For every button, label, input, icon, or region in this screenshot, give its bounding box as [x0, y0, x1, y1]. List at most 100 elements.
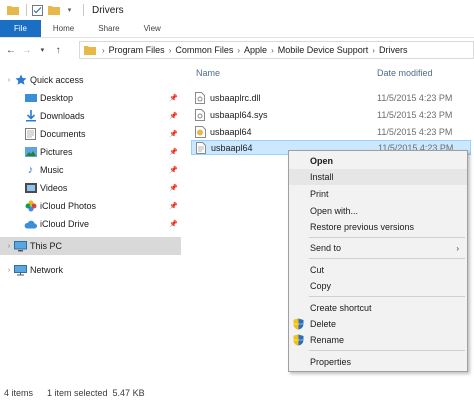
menu-separator — [309, 258, 465, 259]
column-header-name[interactable]: Name — [196, 68, 220, 78]
nav-label: Music — [40, 165, 64, 175]
breadcrumb-chevron-icon[interactable]: › — [372, 46, 375, 55]
expand-chevron-icon[interactable]: › — [4, 243, 14, 250]
uac-shield-icon — [293, 334, 304, 346]
nav-item-downloads[interactable]: Downloads 📌 — [0, 107, 181, 125]
status-bar: 4 items 1 item selected 5.47 KB — [0, 386, 474, 400]
nav-quick-access[interactable]: › Quick access — [0, 71, 181, 89]
file-row[interactable]: usbaapl64 11/5/2015 4:23 PM — [191, 124, 471, 139]
breadcrumb-drivers[interactable]: Drivers — [379, 45, 408, 55]
menu-item-send-to[interactable]: Send to › — [289, 240, 467, 256]
breadcrumb-chevron-icon[interactable]: › — [237, 46, 240, 55]
pin-icon: 📌 — [169, 113, 178, 120]
sys-file-icon — [194, 108, 206, 121]
breadcrumb-common-files[interactable]: Common Files — [175, 45, 233, 55]
quick-access-dropdown-icon[interactable]: ▾ — [63, 4, 76, 17]
column-header-date[interactable]: Date modified — [377, 68, 433, 78]
status-item-count: 4 items — [4, 388, 34, 398]
divider — [26, 4, 27, 16]
nav-this-pc[interactable]: › This PC — [0, 237, 181, 255]
menu-item-delete[interactable]: Delete — [289, 316, 467, 332]
nav-label: iCloud Drive — [40, 219, 90, 229]
file-row[interactable]: usbaapl64.sys 11/5/2015 4:23 PM — [191, 107, 471, 122]
tab-view[interactable]: View — [132, 20, 173, 37]
file-name: usbaapl64.sys — [210, 109, 268, 120]
address-bar[interactable]: › Program Files › Common Files › Apple ›… — [79, 41, 474, 59]
up-arrow-icon[interactable]: ↑ — [51, 42, 65, 58]
file-date: 11/5/2015 4:23 PM — [377, 126, 453, 137]
menu-separator — [309, 350, 465, 351]
tab-home[interactable]: Home — [41, 20, 86, 37]
menu-item-rename[interactable]: Rename — [289, 332, 467, 348]
file-date: 11/5/2015 4:23 PM — [377, 92, 453, 103]
breadcrumb-chevron-icon[interactable]: › — [169, 46, 172, 55]
uac-shield-icon — [293, 318, 304, 330]
menu-item-open[interactable]: Open — [289, 153, 467, 169]
forward-arrow-icon[interactable]: → — [20, 42, 34, 58]
security-catalog-icon — [194, 125, 206, 138]
pin-icon: 📌 — [169, 95, 178, 102]
pin-icon: 📌 — [169, 203, 178, 210]
properties-check-icon[interactable] — [31, 4, 44, 17]
nav-item-music[interactable]: ♪ Music 📌 — [0, 161, 181, 179]
pin-icon: 📌 — [169, 167, 178, 174]
file-name: usbaapl64 — [210, 126, 252, 137]
breadcrumb-chevron-icon[interactable]: › — [102, 46, 105, 55]
folder-icon — [84, 45, 96, 55]
nav-network[interactable]: › Network — [0, 261, 181, 279]
tab-share[interactable]: Share — [86, 20, 131, 37]
menu-item-print[interactable]: Print — [289, 186, 467, 202]
nav-item-desktop[interactable]: Desktop 📌 — [0, 89, 181, 107]
nav-label: iCloud Photos — [40, 201, 97, 211]
back-arrow-icon[interactable]: ← — [4, 42, 18, 58]
menu-label: Send to — [310, 243, 342, 253]
menu-item-restore-previous-versions[interactable]: Restore previous versions — [289, 219, 467, 235]
expand-chevron-icon[interactable]: › — [4, 77, 14, 84]
menu-item-create-shortcut[interactable]: Create shortcut — [289, 300, 467, 316]
nav-label: Documents — [40, 129, 86, 139]
divider — [83, 4, 84, 16]
pin-icon: 📌 — [169, 131, 178, 138]
desktop-icon — [24, 92, 37, 105]
pin-icon: 📌 — [169, 221, 178, 228]
status-selection: 1 item selected 5.47 KB — [47, 388, 145, 398]
navigation-pane: › Quick access Desktop 📌 Downloads 📌 Doc… — [0, 66, 181, 382]
recent-dropdown-icon[interactable]: ▾ — [36, 42, 50, 58]
folder-icon — [6, 4, 19, 17]
menu-item-cut[interactable]: Cut — [289, 262, 467, 278]
menu-item-install[interactable]: Install — [289, 169, 467, 185]
address-row: ← → ▾ ↑ › Program Files › Common Files ›… — [0, 38, 474, 62]
file-date: 11/5/2015 4:23 PM — [377, 109, 453, 120]
ribbon-tabs: File Home Share View — [0, 20, 474, 38]
music-note-icon: ♪ — [27, 164, 34, 176]
menu-separator — [309, 237, 465, 238]
breadcrumb-chevron-icon[interactable]: › — [271, 46, 274, 55]
nav-label: Network — [30, 265, 64, 275]
star-icon — [14, 74, 27, 87]
setup-information-file-icon — [195, 141, 207, 154]
computer-icon — [14, 240, 27, 253]
nav-item-icloud-drive[interactable]: iCloud Drive 📌 — [0, 215, 181, 233]
expand-chevron-icon[interactable]: › — [4, 267, 14, 274]
nav-label: Quick access — [30, 75, 84, 85]
breadcrumb-program-files[interactable]: Program Files — [109, 45, 165, 55]
nav-item-videos[interactable]: Videos 📌 — [0, 179, 181, 197]
breadcrumb-apple[interactable]: Apple — [244, 45, 267, 55]
documents-icon — [24, 128, 37, 141]
menu-separator — [309, 296, 465, 297]
nav-label: This PC — [30, 241, 63, 251]
breadcrumb-mobile-device-support[interactable]: Mobile Device Support — [278, 45, 369, 55]
pin-icon: 📌 — [169, 185, 178, 192]
nav-item-documents[interactable]: Documents 📌 — [0, 125, 181, 143]
menu-item-copy[interactable]: Copy — [289, 278, 467, 294]
nav-item-pictures[interactable]: Pictures 📌 — [0, 143, 181, 161]
nav-item-icloud-photos[interactable]: iCloud Photos 📌 — [0, 197, 181, 215]
new-folder-icon[interactable] — [47, 4, 60, 17]
window-title: Drivers — [92, 4, 124, 16]
menu-item-open-with[interactable]: Open with... — [289, 203, 467, 219]
file-name: usbaapl64 — [211, 142, 253, 153]
file-row[interactable]: usbaaplrc.dll 11/5/2015 4:23 PM — [191, 90, 471, 105]
tab-file[interactable]: File — [0, 20, 41, 37]
menu-item-properties[interactable]: Properties — [289, 354, 467, 370]
videos-icon — [24, 182, 37, 195]
